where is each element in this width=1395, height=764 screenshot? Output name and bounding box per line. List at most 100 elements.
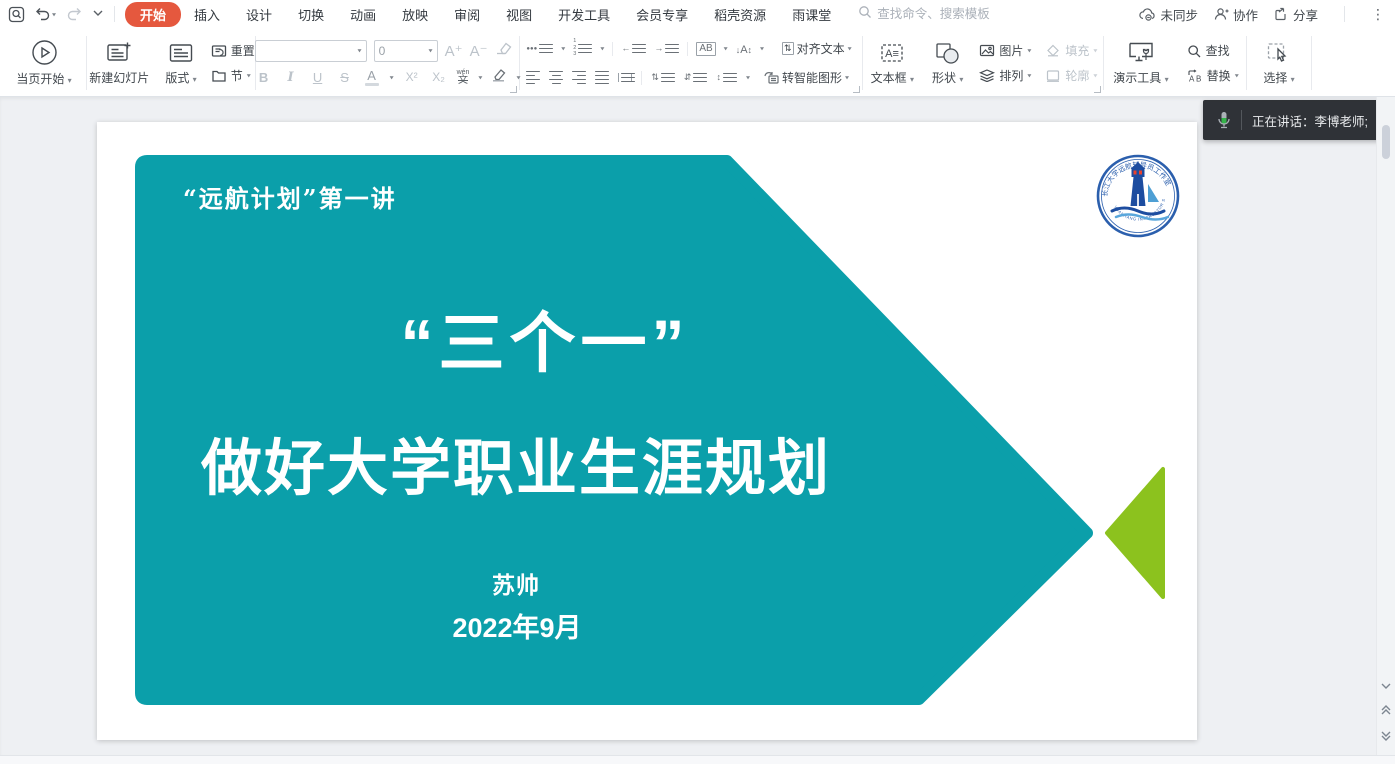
picture-button[interactable]: 图片 ▾ <box>975 40 1035 62</box>
ribbon-toolbar: 当页开始 ▾ 新建幻灯片 版式 ▾ <box>0 28 1395 97</box>
underline-icon[interactable]: U <box>309 70 327 85</box>
fill-icon <box>1045 44 1061 57</box>
share-button[interactable]: 分享 <box>1274 5 1318 24</box>
tab-docer-resources[interactable]: 稻壳资源 <box>701 2 779 27</box>
tab-membership[interactable]: 会员专享 <box>623 2 701 27</box>
collaborate-button[interactable]: 协作 <box>1214 5 1258 24</box>
line-spacing-increase-icon[interactable]: ⇅ <box>651 73 675 83</box>
superscript-icon[interactable]: X² <box>403 70 421 84</box>
slide-title-line2[interactable]: 做好大学职业生涯规划 <box>201 418 831 507</box>
decrease-indent-icon[interactable]: ← <box>621 44 646 54</box>
paragraph-dialog-launcher[interactable] <box>853 86 860 93</box>
ribbon-collapse-icon[interactable] <box>92 10 104 18</box>
align-left-icon[interactable] <box>526 71 540 85</box>
font-dialog-launcher[interactable] <box>510 86 517 93</box>
scrollbar-thumb[interactable] <box>1382 125 1390 159</box>
paragraph-spacing-icon[interactable]: ⇵ <box>684 73 708 83</box>
fill-label: 填充 <box>1065 42 1089 59</box>
undo-dropdown-caret[interactable]: ▾ <box>52 10 56 17</box>
subscript-icon[interactable]: X₂ <box>430 70 448 84</box>
tab-insert[interactable]: 插入 <box>181 2 233 27</box>
section-button[interactable]: 节 ▾ <box>207 65 259 87</box>
italic-icon[interactable]: I <box>282 70 300 85</box>
shapes-button[interactable]: 形状 ▾ <box>926 39 969 88</box>
reset-icon <box>211 44 227 58</box>
preview-search-icon[interactable] <box>8 6 25 23</box>
tab-design[interactable]: 设计 <box>233 2 285 27</box>
tab-review[interactable]: 审阅 <box>441 2 493 27</box>
svg-text:B: B <box>1196 74 1201 83</box>
font-name-input[interactable] <box>260 44 358 58</box>
layout-button[interactable]: 版式 ▾ <box>159 39 202 88</box>
toast-divider <box>1241 110 1242 130</box>
search-input[interactable] <box>877 7 1027 21</box>
university-studio-logo[interactable]: 长江大学远航辅导员工作室 YUANHANG INSTRUCTOR STUDIO <box>1096 154 1180 238</box>
replace-icon: A B <box>1187 69 1203 83</box>
group-tools: 演示工具 ▾ 查找 A B 替换 ▾ <box>1104 31 1246 95</box>
character-spacing-icon[interactable]: AB <box>696 42 715 56</box>
command-search[interactable] <box>858 5 1027 24</box>
text-direction-icon[interactable]: ↓A↕ <box>736 40 752 58</box>
justify-icon[interactable] <box>595 71 609 85</box>
highlight-pen-icon[interactable] <box>491 68 507 87</box>
select-button[interactable]: 选择 ▾ <box>1257 39 1300 88</box>
textbox-button[interactable]: A≡ 文本框 ▾ <box>865 39 920 88</box>
font-name-combo[interactable]: ▾ <box>255 40 367 62</box>
font-size-combo[interactable]: ▾ <box>374 40 438 62</box>
sync-status-button[interactable]: 未同步 <box>1139 5 1198 24</box>
increase-indent-icon[interactable]: → <box>654 44 679 54</box>
bold-icon[interactable]: B <box>255 70 273 85</box>
tab-home[interactable]: 开始 <box>125 2 181 27</box>
cloud-unsynced-icon <box>1139 7 1156 21</box>
convert-smart-graphic-button[interactable]: 转智能图形▾ <box>759 67 853 89</box>
quick-access-toolbar: ▾ <box>8 6 104 23</box>
arrange-label: 排列 <box>999 67 1023 84</box>
play-from-current-button[interactable]: 当页开始 ▾ <box>10 37 77 89</box>
clear-format-icon[interactable] <box>495 41 512 60</box>
more-menu-icon[interactable]: ⋮ <box>1371 6 1385 23</box>
slide-canvas[interactable]: “远航计划”第一讲 “三个一” 做好大学职业生涯规划 苏帅 2022年9月 长江… <box>97 122 1197 740</box>
increase-font-icon[interactable]: A⁺ <box>445 42 463 60</box>
shapes-label: 形状 <box>932 71 956 85</box>
phonetic-guide-icon[interactable]: wén 文 <box>457 69 470 86</box>
scroll-down-arrow-icon[interactable] <box>1376 683 1395 689</box>
tab-transitions[interactable]: 切换 <box>285 2 337 27</box>
undo-icon[interactable]: ▾ <box>35 7 56 21</box>
reset-button[interactable]: 重置 <box>207 40 259 62</box>
ribbon-divider <box>641 71 642 85</box>
align-right-icon[interactable] <box>572 71 586 85</box>
distribute-text-icon[interactable] <box>618 73 632 83</box>
numbered-list-icon[interactable]: 123 <box>573 39 592 58</box>
slide-title-line1[interactable]: “三个一” <box>401 290 690 386</box>
next-slide-icon[interactable] <box>1376 731 1395 741</box>
align-center-icon[interactable] <box>549 71 563 85</box>
align-text-button[interactable]: ⇅ 对齐文本▾ <box>778 38 856 60</box>
tab-developer[interactable]: 开发工具 <box>545 2 623 27</box>
vertical-scrollbar[interactable] <box>1376 97 1395 755</box>
font-color-icon[interactable]: A <box>363 69 381 86</box>
tab-view[interactable]: 视图 <box>493 2 545 27</box>
replace-button[interactable]: A B 替换 ▾ <box>1183 65 1243 87</box>
slide-author[interactable]: 苏帅 <box>492 566 540 600</box>
strikethrough-icon[interactable]: S <box>336 70 354 85</box>
bullet-list-icon[interactable]: ●●● <box>526 44 553 54</box>
outline-label: 轮廓 <box>1065 67 1089 84</box>
presentation-tools-button[interactable]: 演示工具 ▾ <box>1107 38 1174 88</box>
new-slide-button[interactable]: 新建幻灯片 <box>83 38 155 88</box>
slide-date[interactable]: 2022年9月 <box>452 606 581 645</box>
objects-dialog-launcher[interactable] <box>1094 86 1101 93</box>
green-triangle-shape[interactable] <box>1107 469 1163 597</box>
line-spacing-icon[interactable]: ↕ <box>716 73 737 83</box>
tab-slideshow[interactable]: 放映 <box>389 2 441 27</box>
smart-graphic-label: 转智能图形 <box>782 69 842 86</box>
previous-slide-icon[interactable] <box>1376 705 1395 715</box>
slide-subtitle[interactable]: “远航计划”第一讲 <box>183 179 397 214</box>
arrange-button[interactable]: 排列 ▾ <box>975 65 1035 87</box>
font-size-input[interactable] <box>379 44 429 58</box>
align-text-label: 对齐文本 <box>797 40 845 57</box>
tab-rain-classroom[interactable]: 雨课堂 <box>779 2 844 27</box>
find-button[interactable]: 查找 <box>1183 40 1243 62</box>
shapes-icon <box>934 41 961 65</box>
decrease-font-icon[interactable]: A⁻ <box>470 42 488 60</box>
tab-animation[interactable]: 动画 <box>337 2 389 27</box>
